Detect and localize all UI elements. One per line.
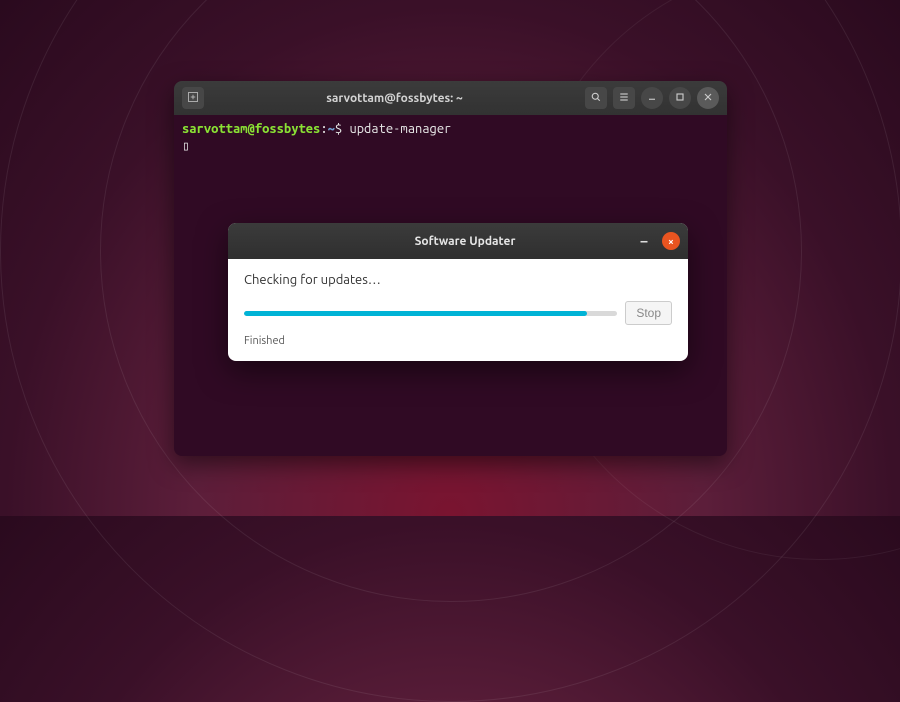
terminal-cursor: ▯: [182, 138, 719, 155]
menu-button[interactable]: [613, 87, 635, 109]
prompt-symbol: $: [335, 122, 342, 136]
maximize-icon: [674, 91, 686, 106]
dialog-titlebar[interactable]: Software Updater – ×: [228, 223, 688, 259]
terminal-command: update-manager: [349, 122, 451, 136]
prompt-path: ~: [328, 122, 335, 136]
dialog-minimize-button[interactable]: –: [634, 231, 654, 251]
software-updater-dialog: Software Updater – × Checking for update…: [228, 223, 688, 361]
checking-label: Checking for updates…: [244, 273, 672, 287]
close-icon: [702, 91, 714, 106]
dialog-title: Software Updater: [296, 235, 634, 248]
terminal-line: sarvottam@fossbytes:~$ update-manager: [182, 121, 719, 138]
minimize-icon: –: [641, 233, 648, 249]
progress-row: Stop: [244, 301, 672, 325]
plus-icon: [187, 91, 199, 106]
minimize-button[interactable]: [641, 87, 663, 109]
close-icon: ×: [668, 236, 674, 247]
progress-bar: [244, 311, 617, 316]
minimize-icon: [646, 91, 658, 106]
new-tab-button[interactable]: [182, 87, 204, 109]
prompt-host: fossbytes: [255, 122, 321, 136]
status-label: Finished: [244, 335, 672, 347]
maximize-button[interactable]: [669, 87, 691, 109]
prompt-at: @: [248, 122, 255, 136]
dialog-body: Checking for updates… Stop Finished: [228, 259, 688, 361]
terminal-title: sarvottam@fossbytes: ~: [210, 92, 579, 105]
dialog-close-button[interactable]: ×: [662, 232, 680, 250]
search-button[interactable]: [585, 87, 607, 109]
prompt-colon: :: [320, 122, 327, 136]
progress-fill: [244, 311, 587, 316]
terminal-titlebar[interactable]: sarvottam@fossbytes: ~: [174, 81, 727, 115]
prompt-user: sarvottam: [182, 122, 248, 136]
close-button[interactable]: [697, 87, 719, 109]
hamburger-icon: [618, 91, 630, 106]
stop-button[interactable]: Stop: [625, 301, 672, 325]
search-icon: [590, 91, 602, 106]
